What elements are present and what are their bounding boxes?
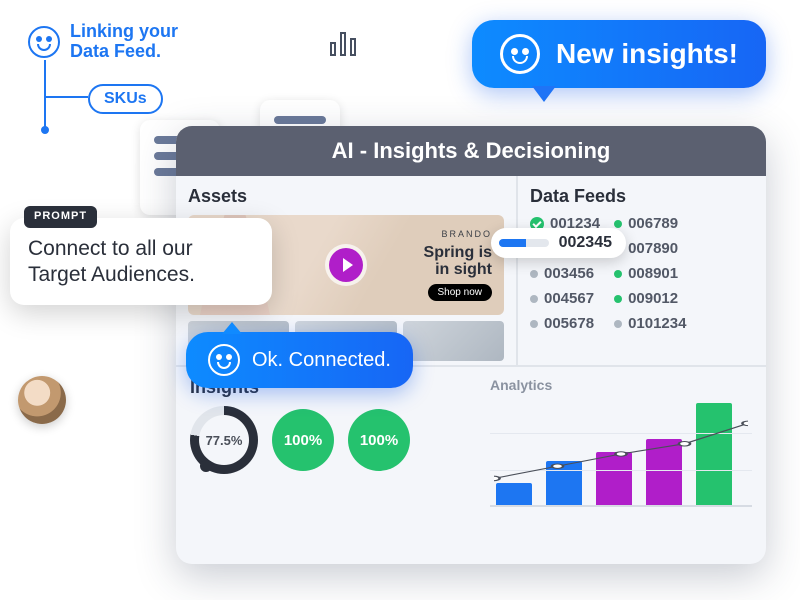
pct-badge: 100%	[348, 409, 410, 471]
new-insights-bubble[interactable]: New insights!	[472, 20, 766, 88]
data-feeds-section: Data Feeds 00123400234500345600456700567…	[516, 176, 766, 365]
feed-id: 007890	[628, 240, 678, 257]
progress-ring-value: 77.5%	[206, 433, 243, 448]
asset-cta[interactable]: Shop now	[428, 284, 492, 301]
robot-icon	[500, 34, 540, 74]
feed-item[interactable]: 005678	[530, 315, 600, 332]
status-dot	[530, 270, 538, 278]
feed-item[interactable]: 006789	[614, 215, 686, 232]
progress-bar-icon	[499, 239, 549, 247]
feed-highlight-id: 002345	[559, 234, 612, 252]
user-avatar[interactable]	[18, 376, 66, 424]
feed-highlight[interactable]: 002345	[491, 228, 626, 258]
robot-icon	[208, 344, 240, 376]
new-insights-text: New insights!	[556, 38, 738, 70]
asset-headline-1: Spring is	[424, 244, 492, 261]
status-dot	[614, 320, 622, 328]
linking-text-2: Data Feed.	[70, 41, 161, 61]
feed-id: 006789	[628, 215, 678, 232]
feed-item[interactable]: 009012	[614, 290, 686, 307]
feed-id: 003456	[544, 265, 594, 282]
feed-item[interactable]: 008901	[614, 265, 686, 282]
barchart-icon	[330, 30, 356, 56]
robot-icon	[28, 26, 60, 58]
status-dot	[530, 320, 538, 328]
assets-heading: Assets	[188, 186, 504, 207]
feed-item[interactable]: 003456	[530, 265, 600, 282]
ok-connected-bubble: Ok. Connected.	[186, 332, 413, 388]
feed-id: 008901	[628, 265, 678, 282]
feed-id: 0101234	[628, 315, 686, 332]
status-dot	[530, 295, 538, 303]
analytics-heading: Analytics	[490, 377, 752, 393]
panel-title: AI - Insights & Decisioning	[176, 126, 766, 176]
analytics-chart	[490, 397, 752, 507]
asset-headline-2: in sight	[435, 261, 492, 278]
ok-connected-text: Ok. Connected.	[252, 349, 391, 372]
feed-id: 005678	[544, 315, 594, 332]
analytics-section: Analytics	[476, 367, 766, 564]
asset-thumb[interactable]	[403, 321, 504, 361]
asset-brand: BRANDO	[441, 229, 492, 239]
feeds-heading: Data Feeds	[530, 186, 754, 207]
status-dot	[614, 295, 622, 303]
progress-ring: 77.5%	[190, 406, 258, 474]
connector-line	[44, 96, 88, 98]
pct-badge: 100%	[272, 409, 334, 471]
insights-section: Insights 77.5% 100% 100%	[176, 367, 476, 564]
feed-id: 009012	[628, 290, 678, 307]
prompt-label: PROMPT	[24, 206, 97, 228]
prompt-card: PROMPT Connect to all our Target Audienc…	[10, 218, 272, 305]
linking-text-1: Linking your	[70, 21, 178, 41]
feed-id: 004567	[544, 290, 594, 307]
skus-pill[interactable]: SKUs	[88, 84, 163, 114]
feed-item[interactable]: 004567	[530, 290, 600, 307]
connector-line	[44, 60, 46, 130]
play-button[interactable]	[329, 248, 363, 282]
status-dot	[614, 220, 622, 228]
feed-item[interactable]: 0101234	[614, 315, 686, 332]
prompt-text: Connect to all our Target Audiences.	[28, 237, 195, 286]
status-dot	[614, 270, 622, 278]
linking-callout: Linking your Data Feed.	[28, 22, 178, 62]
